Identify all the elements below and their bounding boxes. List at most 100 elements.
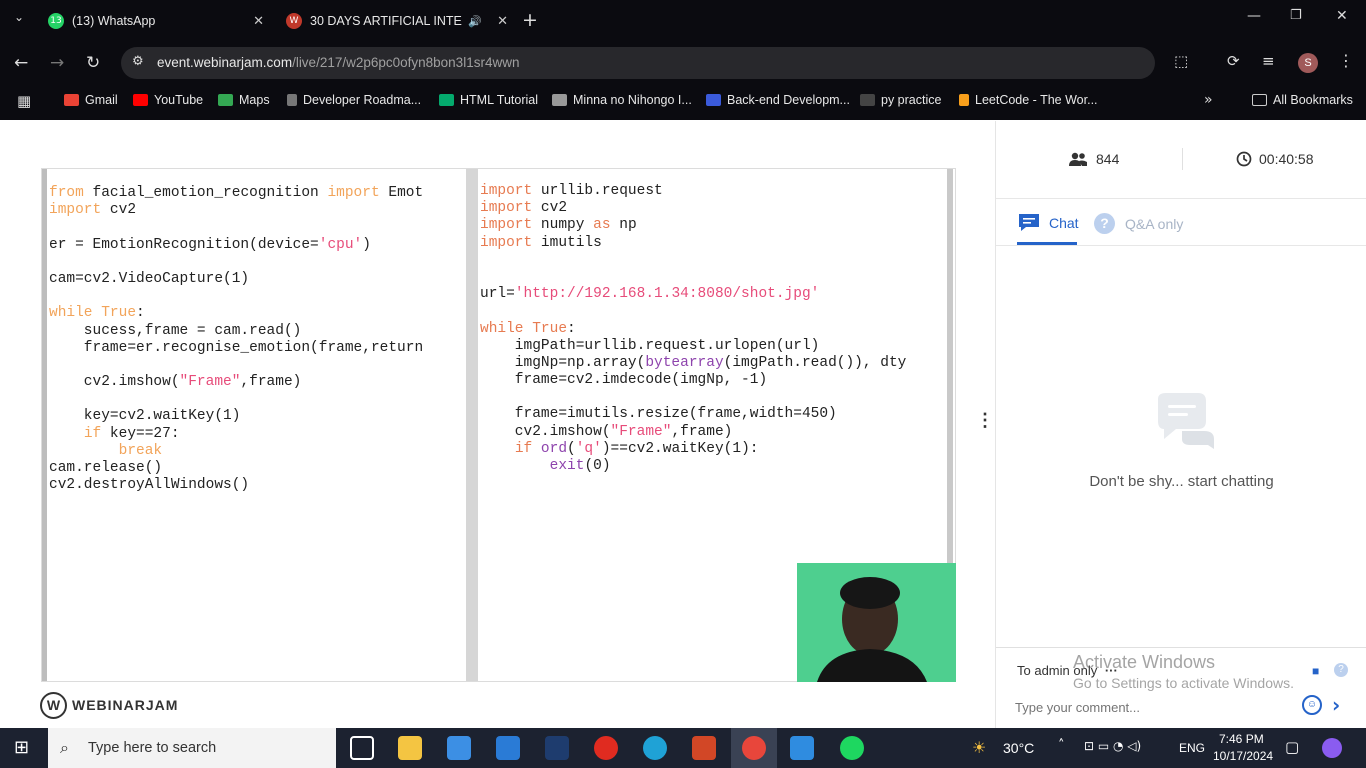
code-token: url= <box>480 286 515 303</box>
code-right-line: frame=imutils.resize(frame,width=450) <box>480 406 906 423</box>
code-left-line <box>49 288 423 305</box>
profile-avatar[interactable]: S <box>1298 53 1318 73</box>
bookmark-maps[interactable]: Maps <box>218 93 270 107</box>
more-bookmarks-icon[interactable]: » <box>1204 92 1213 108</box>
tray-chevron-icon[interactable]: ˄ <box>1058 738 1065 753</box>
bookmark-label: Gmail <box>85 93 118 107</box>
extensions-icon[interactable]: ⬚ <box>1174 52 1188 70</box>
store-icon[interactable] <box>447 736 471 760</box>
backend-icon <box>706 94 721 106</box>
bookmark-py-practice[interactable]: py practice <box>860 93 941 107</box>
tray-icons[interactable]: ⊡ ▭ ◔ ◁) <box>1084 739 1141 753</box>
clock-time[interactable]: 7:46 PM <box>1219 732 1264 746</box>
webinarjam-logo: W WEBINARJAM <box>40 691 178 719</box>
weather-icon[interactable]: ☀ <box>972 738 986 757</box>
tab-search-chevron-icon[interactable]: ⌄ <box>14 10 24 24</box>
code-token: cv2.imshow( <box>49 374 180 391</box>
url-path: /live/217/w2p6pc0ofyn8bon3l1sr4wwn <box>292 55 520 70</box>
elapsed-time: 00:40:58 <box>1236 151 1314 167</box>
new-tab-button[interactable]: + <box>522 9 538 31</box>
emoji-icon[interactable]: ☺ <box>1302 695 1322 715</box>
code-left-line: er = EmotionRecognition(device='cpu') <box>49 237 423 254</box>
eclipse-icon[interactable] <box>545 736 569 760</box>
code-right-line: import cv2 <box>480 200 906 217</box>
elapsed-time-value: 00:40:58 <box>1259 151 1314 167</box>
close-window-icon[interactable]: ✕ <box>1336 8 1348 24</box>
send-icon[interactable]: › <box>1332 693 1340 717</box>
chat-icon <box>1019 214 1039 231</box>
code-token: (imgPath.read()), dty <box>723 354 907 371</box>
spotify-icon[interactable] <box>840 736 864 760</box>
code-token: )==cv2.waitKey(1): <box>601 440 759 457</box>
bookmark-label: LeetCode - The Wor... <box>975 93 1098 107</box>
bookmark-backend-development[interactable]: Back-end Developm... <box>706 93 850 107</box>
code-right-line: imgPath=urllib.request.urlopen(url) <box>480 338 906 355</box>
code-token: frame=cv2.imdecode(imgNp, -1) <box>480 372 768 389</box>
bookmark-youtube[interactable]: YouTube <box>133 93 203 107</box>
recorder-icon[interactable] <box>594 736 618 760</box>
bookmark-minna-no-nihongo[interactable]: Minna no Nihongo I... <box>552 93 692 107</box>
reading-list-icon[interactable]: ≡ <box>1262 52 1275 70</box>
restore-icon[interactable]: ❐ <box>1290 8 1302 23</box>
windows-start-icon[interactable]: ⊞ <box>14 737 29 758</box>
task-view-icon[interactable] <box>350 736 374 760</box>
notifications-icon[interactable]: ▢ <box>1285 738 1299 756</box>
attendee-number: 844 <box>1096 151 1120 167</box>
reload-icon[interactable]: ↻ <box>86 53 100 73</box>
edge-icon[interactable] <box>643 736 667 760</box>
language-indicator[interactable]: ENG <box>1179 741 1205 755</box>
code-left-line: from facial_emotion_recognition import E… <box>49 185 423 202</box>
all-bookmarks[interactable]: All Bookmarks <box>1252 93 1353 107</box>
tab-webinar[interactable]: W 30 DAYS ARTIFICIAL INTELLI 🔊 ✕ <box>286 6 512 36</box>
maps-icon <box>218 94 233 106</box>
taskbar-search-placeholder: Type here to search <box>88 740 217 756</box>
tab-whatsapp[interactable]: 13 (13) WhatsApp ✕ <box>48 6 268 36</box>
bookmark-leetcode[interactable]: LeetCode - The Wor... <box>959 93 1098 107</box>
code-token: key=cv2.waitKey(1) <box>49 408 241 425</box>
powerpoint-icon[interactable] <box>692 736 716 760</box>
presenter-webcam <box>797 563 956 682</box>
code-right-line <box>480 389 906 406</box>
close-icon[interactable]: ✕ <box>497 14 508 29</box>
code-token: while <box>49 305 93 322</box>
presenter-silhouette <box>797 563 956 682</box>
code-token: if <box>514 440 533 457</box>
clock-date[interactable]: 10/17/2024 <box>1213 749 1273 763</box>
code-right-line: if ord('q')==cv2.waitKey(1): <box>480 441 906 458</box>
weather-temperature[interactable]: 30°C <box>1003 740 1034 756</box>
sync-icon[interactable]: ⟳ <box>1227 52 1240 70</box>
help-icon[interactable]: ? <box>1334 663 1348 677</box>
chrome-icon[interactable] <box>742 736 766 760</box>
menu-dots-icon[interactable]: ⋮ <box>1338 51 1354 70</box>
chat-small-icon[interactable]: ■ <box>1312 664 1319 678</box>
tab-qa[interactable]: ? Q&A only <box>1094 213 1183 234</box>
file-explorer-icon[interactable] <box>398 736 422 760</box>
minimize-icon[interactable]: — <box>1247 8 1261 24</box>
youtube-icon <box>133 94 148 106</box>
comment-input[interactable] <box>1015 696 1285 718</box>
address-bar[interactable]: ⚙ event.webinarjam.com/live/217/w2p6pc0o… <box>121 47 1155 79</box>
taskbar-search[interactable]: ⌕ Type here to search <box>48 728 336 768</box>
forward-icon[interactable]: → <box>50 53 64 73</box>
code-right-line: imgNp=np.array(bytearray(imgPath.read())… <box>480 354 907 372</box>
panel-options-icon[interactable]: ⋮ <box>975 410 995 440</box>
vscode-icon[interactable] <box>790 736 814 760</box>
code-editor-left: from facial_emotion_recognition import E… <box>42 169 466 681</box>
code-token: facial_emotion_recognition <box>83 185 328 201</box>
url-host: event.webinarjam.com <box>157 55 293 70</box>
bookmark-html-tutorial[interactable]: HTML Tutorial <box>439 93 538 107</box>
brand-name: WEBINARJAM <box>72 697 179 713</box>
close-icon[interactable]: ✕ <box>253 14 264 29</box>
code-token: import <box>480 183 533 199</box>
speaker-icon[interactable]: 🔊 <box>468 15 482 28</box>
back-icon[interactable]: ← <box>14 53 28 73</box>
copilot-icon[interactable] <box>1322 738 1342 758</box>
site-info-icon[interactable]: ⚙ <box>132 54 144 69</box>
mail-icon[interactable] <box>496 736 520 760</box>
code-token: 'q' <box>575 440 602 457</box>
tab-chat[interactable]: Chat <box>1018 213 1079 232</box>
bookmark-developer-roadmap[interactable]: Developer Roadma... <box>287 93 421 107</box>
apps-grid-icon[interactable]: ▦ <box>17 92 31 110</box>
bookmark-gmail[interactable]: Gmail <box>64 93 118 107</box>
